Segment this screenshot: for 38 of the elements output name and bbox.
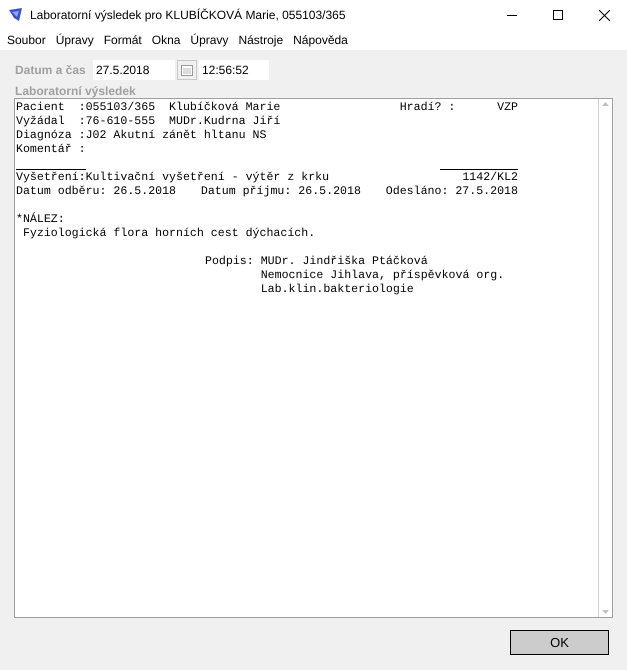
datetime-label: Datum a čas <box>15 62 87 79</box>
scroll-up-icon <box>602 102 609 106</box>
report-text: Vyžádal :76-610-555 MUDr.Kudrna Jiří <box>16 115 280 129</box>
menu-item[interactable]: Okna <box>146 30 186 50</box>
window-title: Laboratorní výsledek pro KLUBÍČKOVÁ Marie, 055103/365 <box>30 7 347 24</box>
report-text: Datum odběru: 26.5.2018 <box>16 185 176 199</box>
signature-line: MUDr. Jindřiška Ptáčková <box>260 255 429 269</box>
scroll-down-icon <box>602 610 609 614</box>
menu-item[interactable]: Nástroje <box>233 30 288 50</box>
signature-line: Lab.klin.bakteriologie <box>260 283 415 297</box>
ok-button[interactable]: OK <box>510 630 609 655</box>
report-text: Datum příjmu: 26.5.2018 <box>200 185 361 199</box>
scrollbar[interactable] <box>598 99 612 617</box>
report-text: Vyšetření:Kultivační vyšetření - výtěr z krku <box>16 171 330 185</box>
app-logo-icon <box>8 7 24 23</box>
time-field[interactable]: 12:56:52 <box>199 60 269 80</box>
rule-line <box>16 169 86 170</box>
calendar-button[interactable] <box>177 60 197 80</box>
signature-label: Podpis: <box>205 255 255 270</box>
report-text: Odesláno: 27.5.2018 <box>386 185 518 199</box>
report-text: Hradí? : VZP <box>400 101 518 115</box>
report-text: Komentář : <box>16 143 86 157</box>
menu-item[interactable]: Úpravy <box>50 30 99 50</box>
menu-item[interactable]: Formát <box>98 30 147 50</box>
menu-item[interactable]: Úpravy <box>185 30 234 50</box>
report-text: Pacient :055103/365 Klubíčková Marie <box>16 101 280 115</box>
date-field[interactable]: 27.5.2018 <box>93 60 175 80</box>
calendar-icon <box>181 64 193 76</box>
report-text: *NÁLEZ: <box>16 213 65 227</box>
report-label: Laboratorní výsledek <box>15 83 137 98</box>
report-text: Diagnóza :J02 Akutní zánět hltanu NS <box>16 129 266 143</box>
report-text: 1142/KL2 <box>462 171 518 185</box>
maximize-icon <box>553 10 563 20</box>
close-icon <box>598 10 610 20</box>
signature-line: Nemocnice Jihlava, příspěvková org. <box>260 269 504 283</box>
menu-item[interactable]: Soubor <box>2 30 51 50</box>
menu-item[interactable]: Nápověda <box>288 30 353 50</box>
report-text: Fyziologická flora horních cest dýchacích. <box>22 227 316 241</box>
